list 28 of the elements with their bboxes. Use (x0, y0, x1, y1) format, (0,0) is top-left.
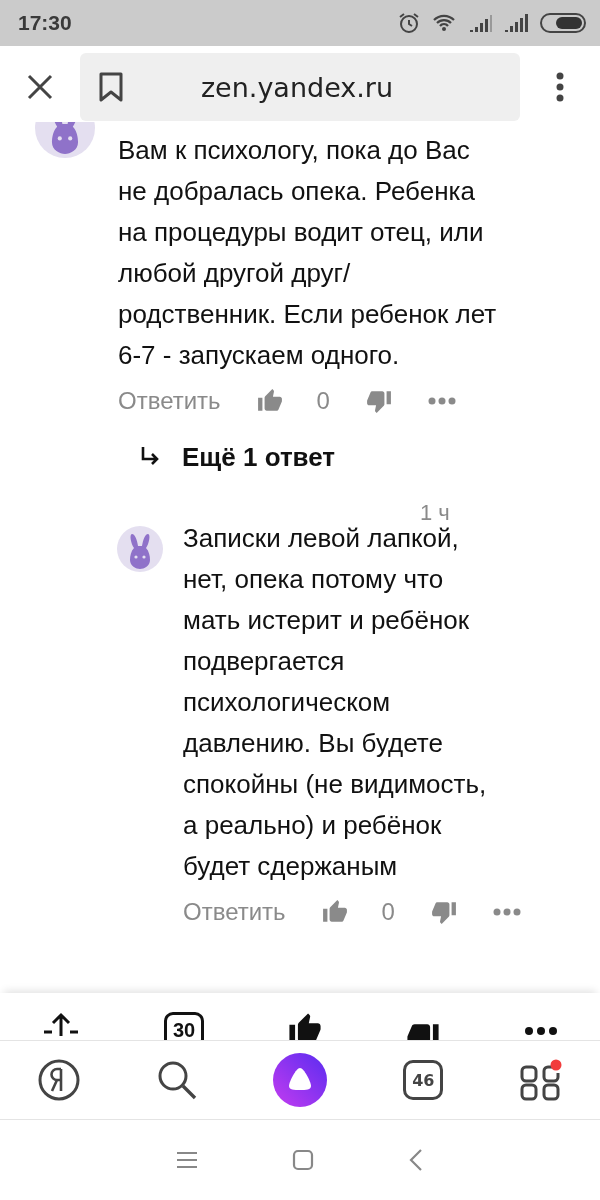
thumbs-up-icon[interactable] (321, 899, 348, 925)
menu-icon[interactable] (556, 72, 564, 102)
assistant-icon[interactable] (272, 1053, 327, 1107)
rating-count: 0 (381, 898, 395, 926)
battery-icon (540, 13, 586, 33)
address-field[interactable]: zen.yandex.ru (80, 53, 520, 121)
thumbs-down-icon[interactable] (430, 899, 457, 925)
avatar-icon[interactable] (117, 526, 163, 572)
bookmark-icon[interactable] (98, 72, 124, 102)
search-icon[interactable] (156, 1060, 197, 1100)
alarm-icon (398, 12, 420, 34)
tabs-count[interactable]: 46 (403, 1060, 444, 1100)
wifi-icon (432, 13, 456, 33)
apps-grid-icon[interactable] (519, 1059, 562, 1101)
back-icon[interactable] (408, 1148, 424, 1172)
home-icon[interactable] (292, 1149, 314, 1171)
yandex-icon[interactable] (38, 1059, 81, 1101)
signal-icon (468, 14, 492, 32)
comment-text: Вам к психологу, пока до Вас не добралась опека. Ребенка на процедуры водит отец, или любой другой друг/ родственник. Если ребенок лет 6-7 - запускаем одного. (118, 134, 497, 372)
status-time: 17:30 (18, 11, 72, 35)
thumbs-up-icon[interactable] (288, 1012, 322, 1040)
signal-icon (504, 14, 528, 32)
thumbs-up-icon[interactable] (256, 388, 283, 414)
close-icon[interactable] (27, 74, 53, 100)
rating-count: 0 (316, 387, 330, 415)
thumbs-down-icon[interactable] (365, 388, 392, 414)
more-replies-link[interactable]: Ещё 1 ответ (182, 441, 336, 473)
url-text: zen.yandex.ru (199, 71, 395, 103)
